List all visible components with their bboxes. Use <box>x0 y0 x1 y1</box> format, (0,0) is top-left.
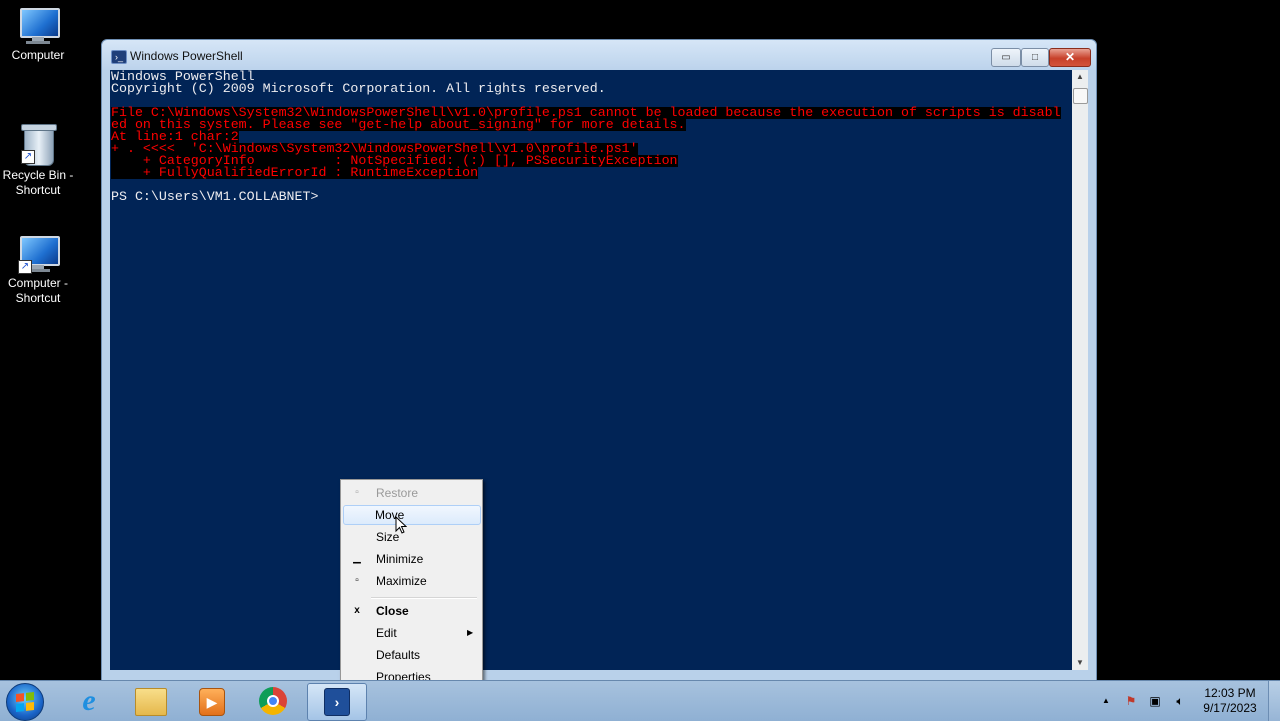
console-line: Copyright (C) 2009 Microsoft Corporation… <box>111 81 606 96</box>
menu-separator <box>371 597 477 599</box>
computer-icon: ↗ <box>16 236 60 274</box>
internet-explorer-icon: e <box>82 684 96 717</box>
system-clock[interactable]: 12:03 PM 9/17/2023 <box>1195 686 1265 716</box>
console-prompt: PS C:\Users\VM1.COLLABNET> <box>111 189 319 204</box>
chrome-icon <box>259 687 287 715</box>
show-desktop-button[interactable] <box>1268 681 1280 721</box>
scroll-down-arrow-icon[interactable]: ▼ <box>1072 656 1088 670</box>
desktop-icon-label: Computer - Shortcut <box>7 276 69 305</box>
folder-icon <box>135 688 167 716</box>
taskbar-media-player[interactable]: ▶ <box>182 683 240 719</box>
clock-time: 12:03 PM <box>1204 686 1256 700</box>
scroll-up-arrow-icon[interactable]: ▲ <box>1072 70 1088 84</box>
taskbar-powershell[interactable]: › <box>307 683 367 721</box>
vertical-scrollbar[interactable]: ▲ ▼ <box>1072 70 1088 670</box>
media-player-icon: ▶ <box>199 688 225 716</box>
taskbar-windows-explorer[interactable] <box>121 683 179 719</box>
taskbar-chrome[interactable] <box>244 683 302 719</box>
maximize-button[interactable]: □ <box>1021 48 1049 67</box>
restore-icon: ▫ <box>355 487 359 498</box>
network-icon[interactable]: ▣ <box>1147 693 1163 709</box>
window-system-menu: ▫ Restore Move Size ▁ Minimize ▫ Maximiz… <box>340 479 483 691</box>
menu-item-edit[interactable]: Edit ▶ <box>343 623 479 643</box>
console-output[interactable]: Windows PowerShell Copyright (C) 2009 Mi… <box>110 70 1072 670</box>
menu-item-defaults[interactable]: Defaults <box>343 645 479 665</box>
powershell-icon[interactable]: ›_ <box>111 50 127 64</box>
close-icon: x <box>354 605 360 616</box>
close-button[interactable]: ✕ <box>1049 48 1091 67</box>
minimize-button[interactable]: ▭ <box>991 48 1021 67</box>
powershell-window[interactable]: ›_ Windows PowerShell ▭ □ ✕ Windows Powe… <box>101 39 1097 681</box>
action-center-flag-icon[interactable]: ⚑ <box>1123 693 1139 709</box>
recycle-bin-icon: ↗ <box>21 122 57 166</box>
taskbar: e ▶ › ▲ ⚑ ▣ 🔈︎ 12:03 PM 9/17/2023 <box>0 680 1280 721</box>
windows-logo-icon <box>16 692 34 712</box>
submenu-arrow-icon: ▶ <box>467 628 474 637</box>
maximize-icon: ▫ <box>355 575 359 586</box>
window-titlebar[interactable]: ›_ Windows PowerShell ▭ □ ✕ <box>102 40 1096 70</box>
computer-icon <box>16 8 60 44</box>
desktop-icon-computer[interactable]: Computer <box>0 8 78 63</box>
menu-item-close[interactable]: x Close <box>343 601 479 621</box>
desktop-icon-computer-shortcut[interactable]: ↗ Computer - Shortcut <box>0 236 78 306</box>
menu-item-restore[interactable]: ▫ Restore <box>343 483 479 503</box>
powershell-icon: › <box>324 688 350 716</box>
menu-item-minimize[interactable]: ▁ Minimize <box>343 549 479 569</box>
menu-item-size[interactable]: Size <box>343 527 479 547</box>
menu-item-maximize[interactable]: ▫ Maximize <box>343 571 479 591</box>
scrollbar-thumb[interactable] <box>1073 88 1088 104</box>
minimize-icon: ▁ <box>353 553 361 564</box>
start-button[interactable] <box>6 683 44 721</box>
menu-item-move[interactable]: Move <box>343 505 481 525</box>
window-title: Windows PowerShell <box>130 49 243 63</box>
show-hidden-icons-arrow-icon[interactable]: ▲ <box>1098 693 1114 709</box>
volume-muted-icon[interactable]: 🔈︎ <box>1172 693 1188 709</box>
clock-date: 9/17/2023 <box>1203 701 1257 715</box>
taskbar-internet-explorer[interactable]: e <box>60 683 118 719</box>
desktop-icon-label: Computer <box>11 48 65 62</box>
desktop-icon-label: Recycle Bin - Shortcut <box>2 168 74 197</box>
console-error-line: + FullyQualifiedErrorId : RuntimeExcepti… <box>111 165 479 180</box>
desktop-icon-recycle-bin-shortcut[interactable]: ↗ Recycle Bin - Shortcut <box>0 122 78 198</box>
mouse-cursor-icon <box>395 516 407 534</box>
